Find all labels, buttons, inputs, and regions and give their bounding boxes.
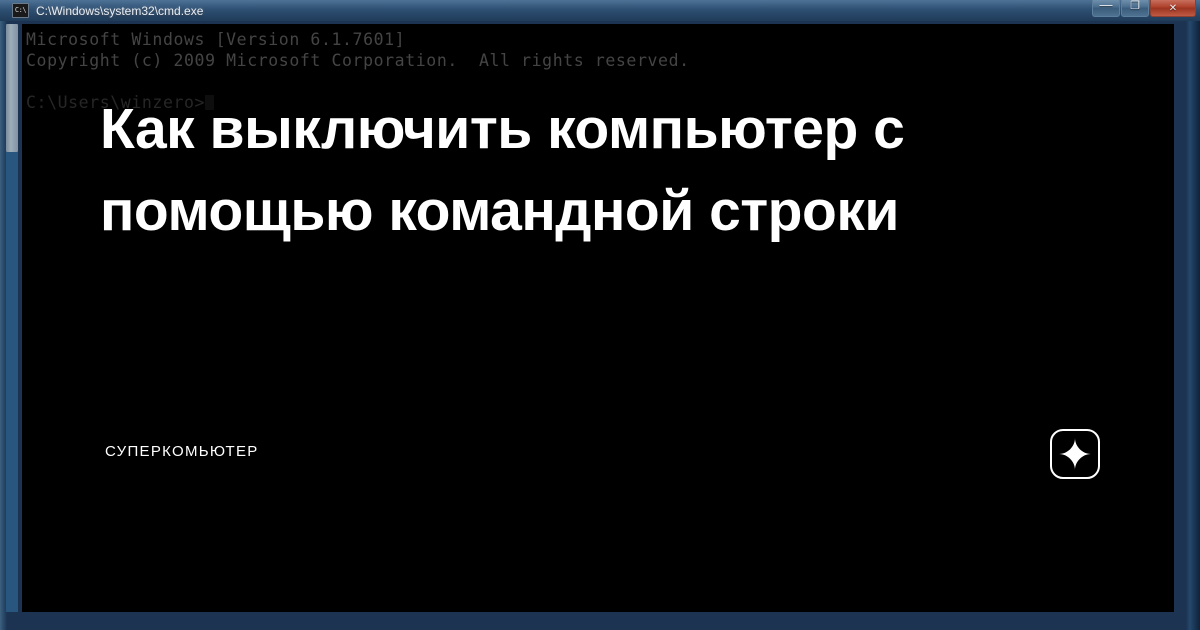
window-title: C:\Windows\system32\cmd.exe <box>36 4 204 18</box>
sparkle-icon <box>1059 438 1091 470</box>
scrollbar-thumb[interactable] <box>6 24 18 152</box>
cmd-icon[interactable]: C:\ <box>12 3 29 18</box>
maximize-button[interactable]: ❐ <box>1121 0 1149 17</box>
console-banner: Microsoft Windows [Version 6.1.7601] Cop… <box>26 29 690 71</box>
sparkle-badge[interactable] <box>1050 429 1100 479</box>
poster-canvas: C:\ C:\Windows\system32\cmd.exe — ❐ ✕ Mi… <box>0 0 1200 630</box>
console-scrollbar[interactable] <box>6 24 18 612</box>
minimize-icon: — <box>1099 0 1113 12</box>
headline-line-1: Как выключить компьютер с <box>100 97 905 161</box>
maximize-icon: ❐ <box>1130 0 1140 12</box>
close-button[interactable]: ✕ <box>1150 0 1196 17</box>
window-titlebar[interactable]: C:\ C:\Windows\system32\cmd.exe — ❐ ✕ <box>0 0 1200 21</box>
console-banner-line-2: Copyright (c) 2009 Microsoft Corporation… <box>26 51 690 70</box>
headline-line-2: помощью командной строки <box>100 179 899 243</box>
window-controls: — ❐ ✕ <box>1091 0 1196 20</box>
minimize-button[interactable]: — <box>1092 0 1120 17</box>
close-icon: ✕ <box>1168 3 1178 14</box>
brand-label: СУПЕРКОМЬЮТЕР <box>105 443 259 460</box>
scrollbar-track[interactable] <box>6 152 18 612</box>
page-title: Как выключить компьютер с помощью команд… <box>100 88 1060 252</box>
console-banner-line-1: Microsoft Windows [Version 6.1.7601] <box>26 30 406 49</box>
